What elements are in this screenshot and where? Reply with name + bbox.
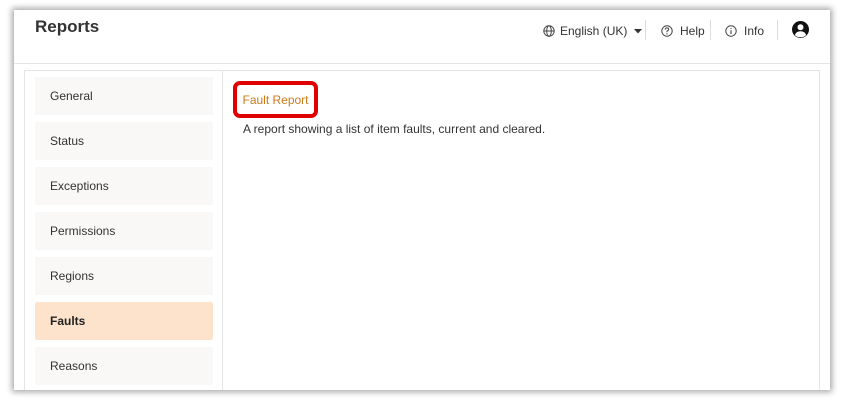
sidebar-item-general[interactable]: General [35, 77, 213, 115]
header-divider [645, 20, 646, 40]
top-header: Reports English (UK) Help Info [14, 10, 830, 64]
sidebar-item-reasons[interactable]: Reasons [35, 347, 213, 385]
sidebar-item-label: Exceptions [50, 179, 109, 193]
header-divider [777, 20, 778, 40]
language-selector[interactable]: English (UK) [543, 22, 643, 40]
sidebar-item-status[interactable]: Status [35, 122, 213, 160]
info-label: Info [744, 24, 765, 38]
report-title: Fault Report [242, 92, 309, 107]
page-title: Reports [35, 17, 100, 36]
sidebar-item-label: Reasons [50, 359, 98, 373]
report-description: A report showing a list of item faults, … [243, 122, 546, 136]
sidebar-item-label: Regions [50, 269, 95, 283]
user-avatar-icon[interactable] [791, 20, 810, 39]
fault-report-link[interactable]: Fault Report [233, 81, 318, 118]
sidebar-item-label: General [50, 89, 93, 103]
app-window: Reports English (UK) Help Info General S… [14, 10, 830, 390]
help-button[interactable]: Help [661, 22, 705, 40]
language-label: English (UK) [560, 24, 628, 38]
question-circle-icon [661, 25, 673, 37]
sidebar-item-regions[interactable]: Regions [35, 257, 213, 295]
report-category-sidebar: General Status Exceptions Permissions Re… [35, 77, 213, 390]
sidebar-item-faults[interactable]: Faults [35, 302, 213, 340]
globe-icon [543, 25, 555, 37]
content-panel: General Status Exceptions Permissions Re… [24, 70, 820, 390]
sidebar-item-exceptions[interactable]: Exceptions [35, 167, 213, 205]
sidebar-item-label: Faults [50, 314, 86, 328]
info-circle-icon [725, 25, 737, 37]
sidebar-item-label: Status [50, 134, 85, 148]
sidebar-item-label: Permissions [50, 224, 116, 238]
header-divider [710, 20, 711, 40]
chevron-down-icon [634, 28, 643, 34]
sidebar-divider [222, 71, 223, 390]
sidebar-item-permissions[interactable]: Permissions [35, 212, 213, 250]
help-label: Help [680, 24, 705, 38]
info-button[interactable]: Info [725, 22, 764, 40]
